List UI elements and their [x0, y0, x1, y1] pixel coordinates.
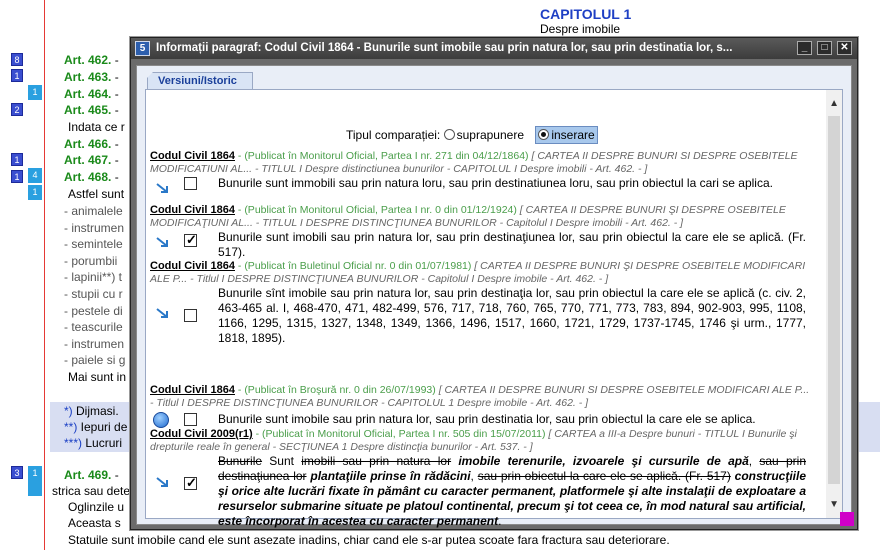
article-label[interactable]: Art. 462. - — [64, 53, 119, 67]
body-line: strica sau dete — [52, 484, 131, 498]
article-label[interactable]: Art. 465. - — [64, 103, 119, 117]
footnote[interactable]: **) Iepuri de — [64, 420, 127, 434]
version-entry: Codul Civil 1864 - (Publicat în Buletinu… — [150, 260, 810, 346]
body-line: - instrumen — [64, 221, 125, 235]
version-code-link[interactable]: Codul Civil 1864 — [150, 384, 235, 396]
count-badge[interactable]: 1 — [28, 85, 42, 100]
version-diff-text: Bunurile Sunt imobili sau prin natura lo… — [150, 454, 810, 529]
dialog-title: Informații paragraf: Codul Civil 1864 - … — [156, 42, 733, 54]
article-label[interactable]: Art. 469. - — [64, 468, 119, 482]
body-line: Aceasta s — [68, 516, 121, 530]
version-entry: Codul Civil 1864 - (Publicat în Broşură … — [150, 384, 810, 428]
arrow-icon[interactable] — [156, 477, 170, 489]
version-checkbox[interactable] — [184, 177, 197, 190]
body-line: - semintele — [64, 237, 123, 251]
body-line: Oglinzile u — [68, 500, 125, 514]
scroll-thumb[interactable] — [828, 116, 840, 484]
resize-grip-icon[interactable] — [840, 512, 854, 526]
arrow-icon[interactable] — [156, 308, 170, 320]
radio-icon[interactable] — [443, 129, 455, 140]
vertical-scrollbar[interactable]: ▲ ▼ — [826, 90, 842, 518]
count-badge[interactable]: 1 — [28, 185, 42, 200]
footnote[interactable]: ***) Lucruri — [64, 436, 122, 450]
version-entry: Codul Civil 1864 - (Publicat în Monitoru… — [150, 150, 810, 193]
globe-icon[interactable] — [153, 412, 169, 428]
version-checkbox[interactable] — [184, 475, 197, 490]
count-badge[interactable]: 1 — [28, 466, 42, 496]
count-badge[interactable]: 3 — [11, 466, 23, 479]
chapter-title: CAPITOLUL 1 — [540, 6, 632, 22]
version-checkbox[interactable] — [184, 232, 197, 247]
article-label[interactable]: Art. 464. - — [64, 87, 119, 101]
minimize-button[interactable]: _ — [797, 41, 812, 55]
margin-line — [44, 0, 45, 550]
version-entry: Codul Civil 2009(r1) - (Publicat în Moni… — [150, 428, 810, 529]
app-icon: 5 — [135, 41, 150, 56]
footnote[interactable]: *) Dijmasi. — [64, 404, 119, 418]
body-line: Statuile sunt imobile cand ele sunt asez… — [68, 533, 670, 547]
body-line: - paiele si g — [64, 353, 126, 367]
body-line: - stupii cu r — [64, 287, 123, 301]
dialog-body: Versiuni/Istoric ▲ ▼ Tipul comparației: … — [136, 65, 852, 528]
count-badge[interactable]: 8 — [11, 53, 23, 66]
comparison-type-row: Tipul comparației: suprapunere inserare — [346, 126, 598, 144]
article-label[interactable]: Art. 467. - — [64, 153, 119, 167]
version-code-link[interactable]: Codul Civil 1864 — [150, 260, 235, 272]
version-text: Bunurile sînt imobile sau prin natura lo… — [150, 286, 810, 346]
comparison-type-label: Tipul comparației: — [346, 128, 441, 142]
body-line: Astfel sunt — [68, 187, 125, 201]
body-line: - instrumen — [64, 337, 125, 351]
option-insert[interactable]: inserare — [535, 126, 598, 144]
body-line: - pestele di — [64, 304, 123, 318]
option-overlay[interactable]: suprapunere — [443, 128, 524, 142]
count-badge[interactable]: 4 — [28, 168, 42, 183]
versions-panel: ▲ ▼ Tipul comparației: suprapunere inser… — [145, 89, 843, 528]
version-code-link[interactable]: Codul Civil 2009(r1) — [150, 428, 253, 440]
article-label[interactable]: Art. 463. - — [64, 70, 119, 84]
version-code-link[interactable]: Codul Civil 1864 — [150, 204, 235, 216]
version-text: Bunurile sunt immobili sau prin natura l… — [150, 176, 810, 193]
paragraph-info-dialog: 5 Informații paragraf: Codul Civil 1864 … — [130, 37, 858, 530]
article-label[interactable]: Art. 466. - — [64, 137, 119, 151]
body-line: - animalele — [64, 204, 123, 218]
chapter-subtitle: Despre imobile — [540, 22, 621, 36]
version-header: Codul Civil 1864 - (Publicat în Monitoru… — [150, 150, 798, 175]
count-badge[interactable]: 1 — [11, 153, 23, 166]
body-line: - lapinii**) t — [64, 270, 123, 284]
close-button[interactable]: ✕ — [837, 41, 852, 55]
version-header: Codul Civil 2009(r1) - (Publicat în Moni… — [150, 428, 797, 453]
radio-selected-icon[interactable] — [538, 129, 550, 140]
arrow-icon[interactable] — [156, 237, 170, 249]
arrow-icon[interactable] — [156, 183, 170, 195]
body-line: - teascurile — [64, 320, 123, 334]
tab-versions-history[interactable]: Versiuni/Istoric — [147, 72, 253, 90]
count-badge[interactable]: 1 — [11, 69, 23, 82]
dialog-titlebar[interactable]: 5 Informații paragraf: Codul Civil 1864 … — [131, 38, 857, 59]
version-checkbox[interactable] — [184, 309, 197, 322]
article-label[interactable]: Art. 468. - — [64, 170, 119, 184]
count-badge[interactable]: 1 — [11, 170, 23, 183]
scroll-up-icon[interactable]: ▲ — [829, 98, 839, 109]
version-header: Codul Civil 1864 - (Publicat în Broşură … — [150, 384, 810, 409]
version-text: Bunurile sunt imobile sau prin natura lo… — [150, 412, 810, 428]
count-badge[interactable]: 2 — [11, 103, 23, 116]
version-code-link[interactable]: Codul Civil 1864 — [150, 150, 235, 162]
version-entry: Codul Civil 1864 - (Publicat în Monitoru… — [150, 204, 810, 260]
version-header: Codul Civil 1864 - (Publicat în Monitoru… — [150, 204, 786, 229]
body-line: Indata ce r — [68, 120, 125, 134]
version-text: Bunurile sunt imobili sau prin natura lo… — [150, 230, 810, 260]
version-checkbox[interactable] — [184, 413, 197, 426]
body-line: Mai sunt in — [68, 370, 127, 384]
scroll-down-icon[interactable]: ▼ — [829, 499, 839, 510]
body-line: - porumbii — [64, 254, 118, 268]
version-header: Codul Civil 1864 - (Publicat în Buletinu… — [150, 260, 806, 285]
maximize-button[interactable]: □ — [817, 41, 832, 55]
